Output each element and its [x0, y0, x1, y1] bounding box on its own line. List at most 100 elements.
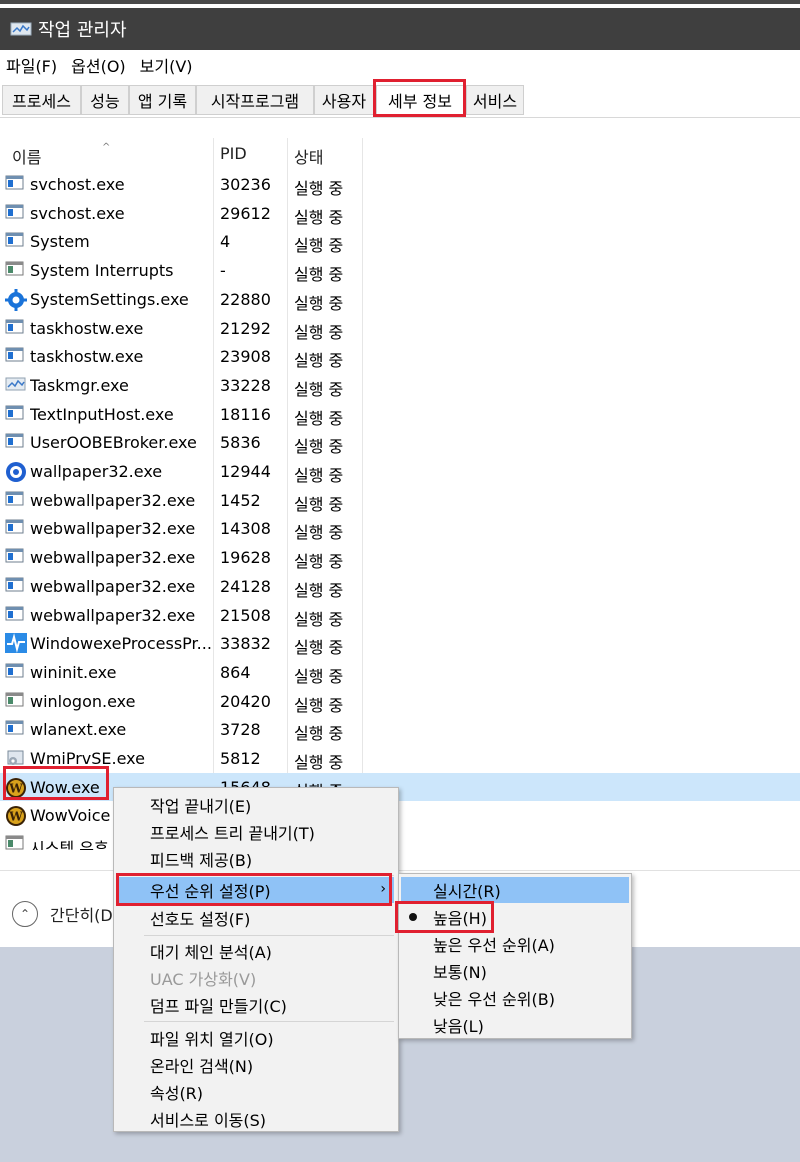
column-name[interactable]: 이름 [12, 144, 41, 168]
service-app-icon [5, 318, 27, 338]
priority-high[interactable]: 높음(H) [399, 904, 631, 930]
table-row[interactable]: webwallpaper32.exe 24128 실행 중 [0, 572, 800, 601]
table-row[interactable]: webwallpaper32.exe 1452 실행 중 [0, 486, 800, 515]
tab-processes[interactable]: 프로세스 [2, 85, 81, 115]
menu-properties[interactable]: 속성(R) [114, 1079, 398, 1105]
table-row[interactable]: System 4 실행 중 [0, 227, 800, 256]
table-row[interactable]: taskhostw.exe 21292 실행 중 [0, 314, 800, 343]
column-pid[interactable]: PID [220, 144, 247, 163]
table-row[interactable]: winlogon.exe 20420 실행 중 [0, 687, 800, 716]
process-name: webwallpaper32.exe [30, 605, 196, 625]
column-status[interactable]: 상태 [294, 144, 323, 168]
service-app-icon [5, 432, 27, 452]
service-app-icon [5, 719, 27, 739]
priority-below-normal[interactable]: 낮은 우선 순위(B) [399, 985, 631, 1011]
process-name: wlanext.exe [30, 720, 127, 740]
table-row[interactable]: wallpaper32.exe 12944 실행 중 [0, 457, 800, 486]
table-row[interactable]: webwallpaper32.exe 14308 실행 중 [0, 514, 800, 543]
priority-normal[interactable]: 보통(N) [399, 958, 631, 984]
table-row[interactable]: UserOOBEBroker.exe 5836 실행 중 [0, 428, 800, 457]
process-pid: 14308 [220, 519, 271, 539]
process-name: wininit.exe [30, 662, 117, 682]
process-pid: 19628 [220, 548, 271, 568]
process-list: ^ 이름 PID 상태 svchost.exe 30236 실행 중 svchost.… [0, 130, 800, 850]
menu-view[interactable]: 보기(V) [140, 53, 193, 77]
menu-go-to-services[interactable]: 서비스로 이동(S) [114, 1106, 398, 1132]
process-name: webwallpaper32.exe [30, 490, 196, 510]
service-app-icon [5, 605, 27, 625]
table-row[interactable]: webwallpaper32.exe 19628 실행 중 [0, 543, 800, 572]
process-pid: 18116 [220, 404, 271, 424]
process-pid: 3728 [220, 720, 261, 740]
table-row[interactable]: wlanext.exe 3728 실행 중 [0, 715, 800, 744]
fewer-details-label: 간단히(D) [50, 906, 119, 925]
menu-end-process-tree[interactable]: 프로세스 트리 끝내기(T) [114, 819, 398, 845]
process-status: 실행 중 [294, 666, 344, 686]
menu-set-affinity[interactable]: 선호도 설정(F) [114, 905, 398, 931]
process-name: svchost.exe [30, 175, 125, 194]
process-pid: 24128 [220, 576, 271, 596]
process-pid: 21508 [220, 605, 271, 625]
process-status: 실행 중 [294, 552, 344, 572]
tab-startup[interactable]: 시작프로그램 [196, 85, 314, 115]
process-name: System [30, 232, 90, 252]
menu-set-priority-label: 우선 순위 설정(P) [150, 882, 271, 901]
sort-ascending-icon: ^ [102, 142, 111, 153]
table-row[interactable]: WmiPrvSE.exe 5812 실행 중 [0, 744, 800, 773]
service-app-icon [5, 547, 27, 567]
process-name: WindowexeProcessPr... [30, 634, 212, 654]
svg-text:W: W [8, 781, 23, 795]
menu-search-online[interactable]: 온라인 검색(N) [114, 1052, 398, 1078]
process-status: 실행 중 [294, 638, 344, 658]
process-status: 실행 중 [294, 437, 344, 457]
menu-create-dump-file[interactable]: 덤프 파일 만들기(C) [114, 992, 398, 1018]
process-status: 실행 중 [294, 753, 344, 772]
priority-realtime[interactable]: 실시간(R) [401, 877, 629, 903]
process-pid: 23908 [220, 347, 271, 367]
menu-analyze-wait-chain[interactable]: 대기 체인 분석(A) [114, 938, 398, 964]
priority-above-normal[interactable]: 높은 우선 순위(A) [399, 931, 631, 957]
tab-users[interactable]: 사용자 [314, 85, 374, 115]
process-status: 실행 중 [294, 494, 344, 514]
tab-performance[interactable]: 성능 [81, 85, 129, 115]
process-pid: 22880 [220, 289, 271, 309]
table-row[interactable]: System Interrupts - 실행 중 [0, 256, 800, 285]
table-row[interactable]: TextInputHost.exe 18116 실행 중 [0, 400, 800, 429]
process-name: taskhostw.exe [30, 318, 144, 338]
table-row[interactable]: taskhostw.exe 23908 실행 중 [0, 342, 800, 371]
menu-file[interactable]: 파일(F) [6, 53, 57, 77]
service-app-icon [5, 346, 27, 366]
process-name: taskhostw.exe [30, 347, 144, 367]
service-app-icon [5, 404, 27, 424]
service-app-icon [5, 490, 27, 510]
menu-provide-feedback[interactable]: 피드백 제공(B) [114, 846, 398, 872]
table-row[interactable]: SystemSettings.exe 22880 실행 중 [0, 285, 800, 314]
menu-set-priority[interactable]: 우선 순위 설정(P) › [118, 877, 394, 903]
tab-details[interactable]: 세부 정보 [376, 85, 464, 115]
chevron-up-icon: ⌃ [12, 901, 38, 927]
table-row[interactable]: svchost.exe 29612 실행 중 [0, 199, 800, 228]
title-bar: 작업 관리자 [0, 8, 800, 50]
table-row[interactable]: svchost.exe 30236 실행 중 [0, 170, 800, 199]
process-pid: 5812 [220, 749, 261, 768]
wallpaper-app-icon [5, 461, 27, 482]
table-row[interactable]: webwallpaper32.exe 21508 실행 중 [0, 601, 800, 630]
radio-selected-icon [409, 913, 417, 921]
menu-options[interactable]: 옵션(O) [71, 53, 126, 77]
tab-services[interactable]: 서비스 [466, 85, 524, 115]
process-status: 실행 중 [294, 207, 344, 227]
column-header-row: ^ 이름 PID 상태 [0, 138, 800, 168]
tab-app-history[interactable]: 앱 기록 [129, 85, 196, 115]
menu-end-task[interactable]: 작업 끝내기(E) [114, 792, 398, 818]
fewer-details-button[interactable]: ⌃ 간단히(D) [12, 901, 119, 927]
menu-open-file-location[interactable]: 파일 위치 열기(O) [114, 1025, 398, 1051]
context-menu: 작업 끝내기(E) 프로세스 트리 끝내기(T) 피드백 제공(B) 우선 순위… [113, 787, 399, 1132]
process-name: svchost.exe [30, 203, 125, 223]
table-row[interactable]: Taskmgr.exe 33228 실행 중 [0, 371, 800, 400]
priority-low[interactable]: 낮음(L) [399, 1012, 631, 1038]
table-row[interactable]: wininit.exe 864 실행 중 [0, 658, 800, 687]
window-title: 작업 관리자 [38, 20, 127, 41]
table-row[interactable]: WindowexeProcessPr... 33832 실행 중 [0, 629, 800, 658]
process-status: 실행 중 [294, 265, 344, 285]
settings-gear-icon [5, 288, 27, 311]
